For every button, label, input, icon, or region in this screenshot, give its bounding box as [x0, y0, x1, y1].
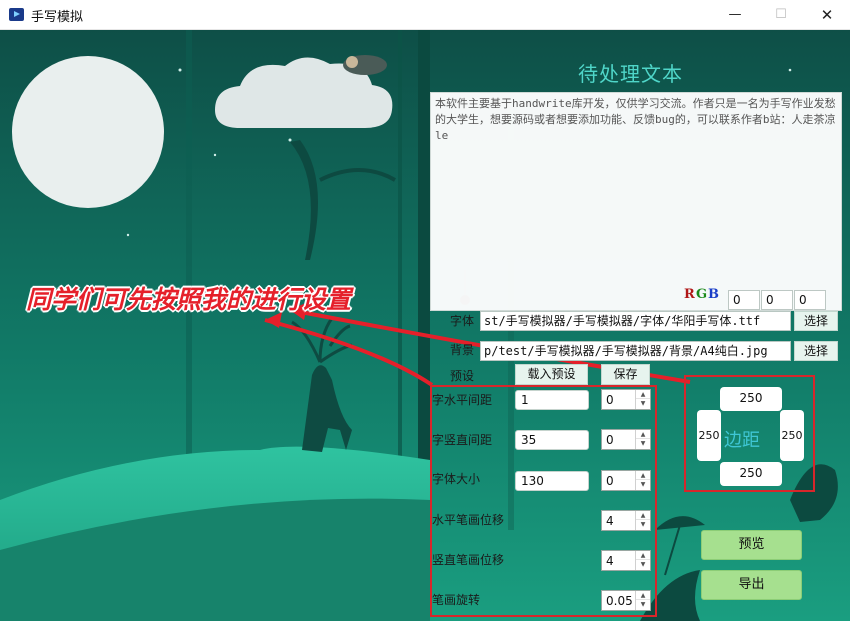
char-h-spacing-label: 字水平间距	[432, 393, 493, 407]
margin-right-input[interactable]: 250	[780, 410, 804, 461]
rgb-r-input[interactable]: 0	[728, 290, 760, 310]
spin-down-icon[interactable]: ▼	[636, 600, 650, 609]
stroke-v-offset-value: 4	[606, 554, 614, 568]
save-preset-button[interactable]: 保存	[601, 364, 650, 385]
settings-highlight-box	[430, 385, 657, 617]
font-size-input[interactable]: 130	[515, 471, 589, 491]
margin-top-input[interactable]: 250	[720, 387, 782, 411]
font-size-spin-value: 0	[606, 474, 614, 488]
spin-down-icon[interactable]: ▼	[636, 560, 650, 569]
char-v-spacing-spinbox[interactable]: 0 ▲ ▼	[601, 429, 651, 450]
stroke-rotation-label: 笔画旋转	[432, 593, 481, 607]
stroke-v-offset-label: 竖直笔画位移	[432, 553, 505, 567]
stroke-rotation-spinbox[interactable]: 0.05 ▲ ▼	[601, 590, 651, 611]
rgb-b-input[interactable]: 0	[794, 290, 826, 310]
rgb-g-input[interactable]: 0	[761, 290, 793, 310]
font-label: 字体	[450, 314, 475, 328]
spin-up-icon[interactable]: ▲	[636, 551, 650, 560]
stroke-rotation-value: 0.05	[606, 594, 633, 608]
spin-arrows: ▲ ▼	[635, 390, 650, 409]
spin-down-icon[interactable]: ▼	[636, 399, 650, 408]
char-v-spacing-label: 字竖直间距	[432, 433, 493, 447]
spin-up-icon[interactable]: ▲	[636, 430, 650, 439]
title-bar: 手写模拟 — ☐ ✕	[0, 0, 850, 30]
app-icon	[9, 8, 24, 21]
margin-label: 边距	[724, 430, 760, 451]
spin-arrows: ▲ ▼	[635, 430, 650, 449]
font-choose-button[interactable]: 选择	[794, 311, 838, 331]
stroke-v-offset-spinbox[interactable]: 4 ▲ ▼	[601, 550, 651, 571]
background-path-input[interactable]: p/test/手写模拟器/手写模拟器/背景/A4纯白.jpg	[480, 341, 791, 361]
text-input-area[interactable]: 本软件主要基于handwrite库开发，仅供学习交流。作者只是一名为手写作业发愁…	[430, 92, 842, 311]
load-preset-button[interactable]: 载入预设	[515, 364, 588, 385]
background-label: 背景	[450, 343, 475, 357]
char-h-spacing-spinbox[interactable]: 0 ▲ ▼	[601, 389, 651, 410]
app-canvas: 待处理文本 本软件主要基于handwrite库开发，仅供学习交流。作者只是一名为…	[0, 30, 850, 621]
setup-hint-annotation: 同学们可先按照我的进行设置	[26, 285, 352, 314]
preview-button[interactable]: 预览	[701, 530, 802, 560]
spin-down-icon[interactable]: ▼	[636, 520, 650, 529]
stroke-h-offset-label: 水平笔画位移	[432, 513, 505, 527]
stroke-h-offset-value: 4	[606, 514, 614, 528]
spin-arrows: ▲ ▼	[635, 471, 650, 490]
spin-arrows: ▲ ▼	[635, 591, 650, 610]
margin-bottom-input[interactable]: 250	[720, 462, 782, 486]
spin-down-icon[interactable]: ▼	[636, 480, 650, 489]
rgb-g-label: G	[696, 287, 708, 302]
maximize-button[interactable]: ☐	[758, 0, 804, 30]
background-choose-button[interactable]: 选择	[794, 341, 838, 361]
spin-up-icon[interactable]: ▲	[636, 471, 650, 480]
preset-label: 预设	[450, 369, 475, 383]
spin-arrows: ▲ ▼	[635, 511, 650, 530]
rgb-b-label: B	[708, 287, 719, 302]
spin-down-icon[interactable]: ▼	[636, 439, 650, 448]
window-title: 手写模拟	[31, 10, 84, 25]
font-path-input[interactable]: st/手写模拟器/手写模拟器/字体/华阳手写体.ttf	[480, 311, 791, 331]
char-h-spacing-input[interactable]: 1	[515, 390, 589, 410]
margin-left-input[interactable]: 250	[697, 410, 721, 461]
spin-up-icon[interactable]: ▲	[636, 390, 650, 399]
export-button[interactable]: 导出	[701, 570, 802, 600]
rgb-r-label: R	[684, 287, 695, 302]
stroke-h-offset-spinbox[interactable]: 4 ▲ ▼	[601, 510, 651, 531]
text-panel-title: 待处理文本	[578, 62, 683, 86]
char-v-spacing-spin-value: 0	[606, 433, 614, 447]
spin-arrows: ▲ ▼	[635, 551, 650, 570]
minimize-button[interactable]: —	[712, 0, 758, 30]
char-v-spacing-input[interactable]: 35	[515, 430, 589, 450]
spin-up-icon[interactable]: ▲	[636, 591, 650, 600]
char-h-spacing-spin-value: 0	[606, 393, 614, 407]
spin-up-icon[interactable]: ▲	[636, 511, 650, 520]
close-button[interactable]: ✕	[804, 0, 850, 30]
font-size-spinbox[interactable]: 0 ▲ ▼	[601, 470, 651, 491]
font-size-label: 字体大小	[432, 472, 481, 486]
